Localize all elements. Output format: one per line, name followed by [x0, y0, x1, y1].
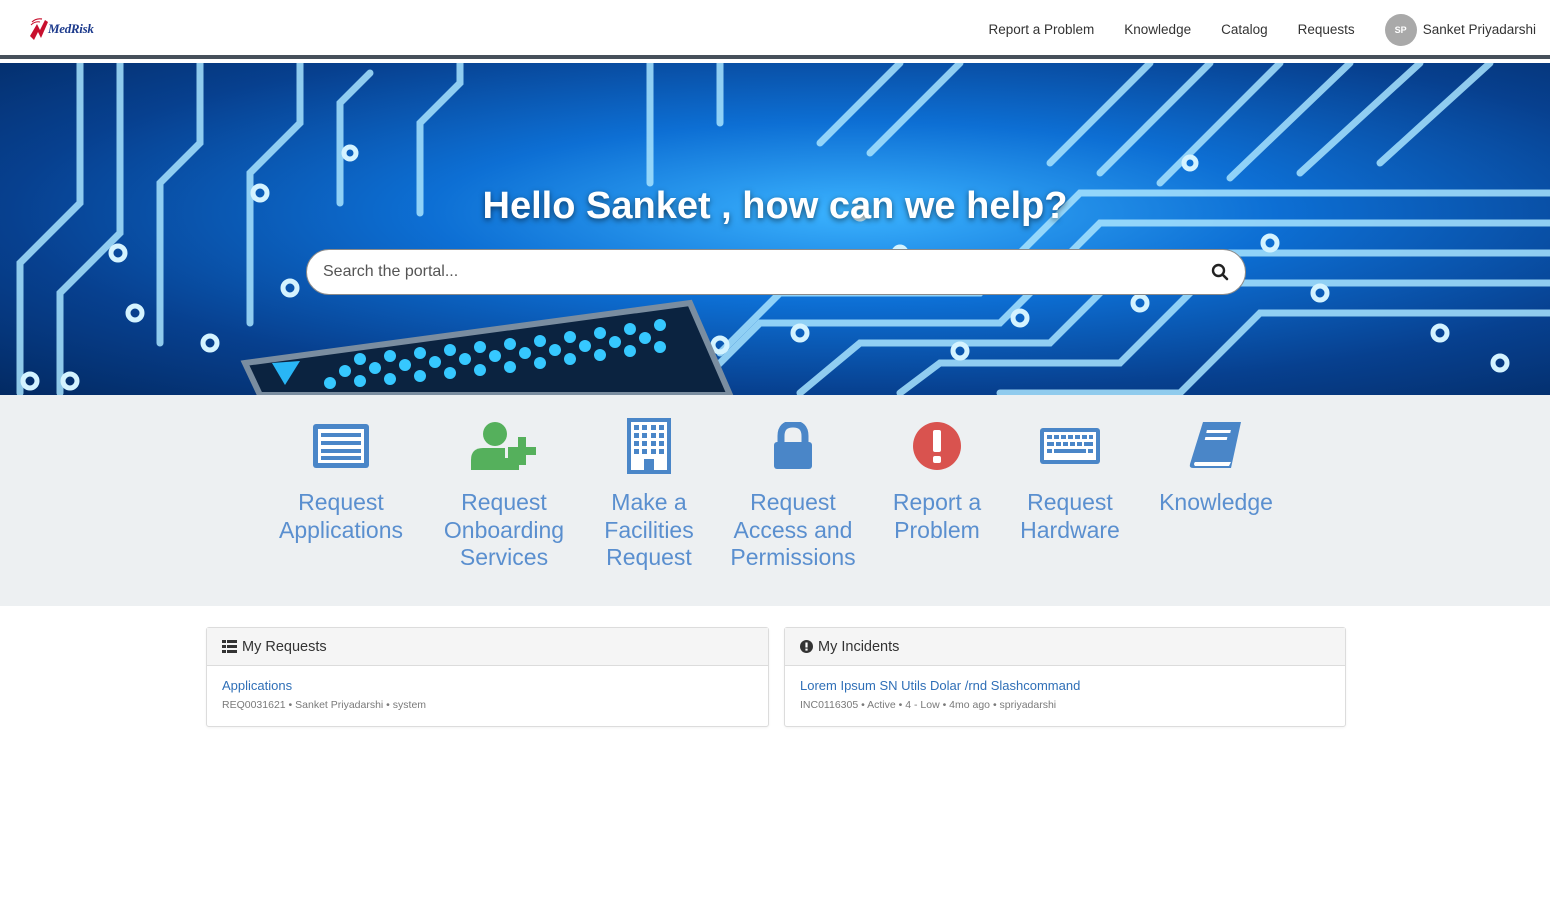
- top-navigation-bar: MedRisk Report a Problem Knowledge Catal…: [0, 0, 1550, 59]
- building-icon: [627, 418, 671, 474]
- list-icon: [222, 640, 237, 653]
- user-plus-icon: [471, 422, 536, 470]
- portal-search: [306, 249, 1246, 295]
- search-input[interactable]: [307, 250, 1195, 294]
- tile-label-line: Facilities: [604, 516, 694, 543]
- user-menu[interactable]: SP Sanket Priyadarshi: [1384, 13, 1536, 46]
- my-requests-panel: My Requests Applications REQ0031621 • Sa…: [206, 627, 769, 727]
- tile-request-hardware[interactable]: Request Hardware: [1010, 415, 1130, 544]
- tile-make-facilities-request[interactable]: Make a Facilities Request: [589, 415, 709, 572]
- tile-label-line: Request: [606, 544, 692, 570]
- my-incidents-panel: My Incidents Lorem Ipsum SN Utils Dolar …: [784, 627, 1346, 727]
- tile-label-line: Hardware: [1020, 516, 1120, 543]
- avatar: SP: [1384, 13, 1417, 46]
- medrisk-logo-mark-icon: [30, 18, 48, 40]
- nav-knowledge[interactable]: Knowledge: [1124, 22, 1191, 37]
- exclamation-circle-icon: [800, 640, 813, 653]
- tile-report-a-problem[interactable]: Report a Problem: [877, 415, 997, 544]
- tile-label-line: Problem: [894, 516, 980, 543]
- hero-greeting: Hello Sanket , how can we help?: [482, 185, 1068, 227]
- tile-knowledge[interactable]: Knowledge: [1148, 415, 1284, 517]
- list-item[interactable]: Applications REQ0031621 • Sanket Priyada…: [222, 678, 753, 711]
- tile-label-line: Applications: [278, 516, 404, 543]
- tile-label-line: Request: [750, 489, 836, 515]
- tile-label-line: Request: [1027, 489, 1113, 515]
- tile-label-line: Onboarding: [443, 516, 565, 543]
- medrisk-logo[interactable]: MedRisk: [28, 14, 102, 44]
- hero-banner: Hello Sanket , how can we help?: [0, 63, 1550, 395]
- nav-catalog[interactable]: Catalog: [1221, 22, 1268, 37]
- lock-icon: [774, 422, 812, 469]
- tile-label-line: Knowledge: [1159, 489, 1273, 515]
- tile-label-line: Report a: [892, 489, 982, 515]
- tile-label-line: Request: [298, 489, 384, 515]
- tile-label-line: Permissions: [730, 544, 856, 570]
- tile-label-line: Request: [461, 489, 547, 515]
- user-name: Sanket Priyadarshi: [1422, 22, 1536, 37]
- incident-meta: INC0116305 • Active • 4 - Low • 4mo ago …: [800, 699, 1057, 711]
- tile-request-access-and-permissions[interactable]: Request Access and Permissions: [723, 415, 863, 572]
- list-icon: [313, 424, 369, 468]
- tile-request-applications[interactable]: Request Applications: [271, 415, 411, 544]
- tile-label-line: Services: [459, 544, 549, 570]
- request-meta: REQ0031621 • Sanket Priyadarshi • system: [222, 699, 427, 711]
- panel-title: My Requests: [242, 638, 327, 655]
- exclamation-circle-icon: [913, 422, 961, 470]
- panel-header: My Incidents: [785, 628, 1345, 666]
- logo-text: MedRisk: [48, 21, 94, 36]
- search-button[interactable]: [1195, 250, 1245, 294]
- keyboard-icon: [1040, 428, 1100, 464]
- book-icon: [1189, 422, 1241, 468]
- quick-links-section: Request Applications Request Onboarding …: [0, 395, 1550, 606]
- nav-requests[interactable]: Requests: [1298, 22, 1355, 37]
- circuit-board-background: [16, 63, 1550, 395]
- incident-link[interactable]: Lorem Ipsum SN Utils Dolar /rnd Slashcom…: [800, 678, 1330, 693]
- nav-report-a-problem[interactable]: Report a Problem: [988, 22, 1094, 37]
- list-item[interactable]: Lorem Ipsum SN Utils Dolar /rnd Slashcom…: [800, 678, 1330, 711]
- tile-label-line: Make a: [611, 489, 687, 515]
- panel-title: My Incidents: [818, 638, 900, 655]
- request-link[interactable]: Applications: [222, 678, 753, 693]
- tile-request-onboarding-services[interactable]: Request Onboarding Services: [434, 415, 574, 572]
- main-nav: Report a Problem Knowledge Catalog Reque…: [958, 0, 1536, 59]
- tile-label-line: Access and: [733, 516, 853, 543]
- panel-header: My Requests: [207, 628, 768, 666]
- search-icon: [1211, 263, 1229, 281]
